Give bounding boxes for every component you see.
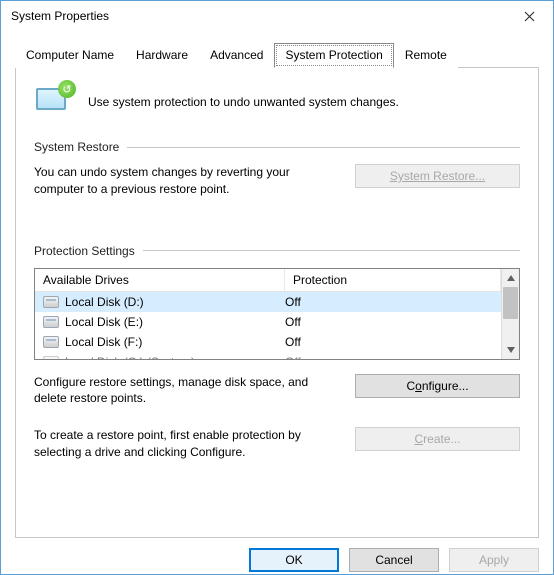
drives-scrollbar[interactable] xyxy=(501,269,519,359)
intro-text: Use system protection to undo unwanted s… xyxy=(88,95,399,109)
section-title-protection: Protection Settings xyxy=(34,244,135,258)
drive-icon xyxy=(43,316,59,328)
section-title-restore: System Restore xyxy=(34,140,119,154)
drive-icon xyxy=(43,356,59,359)
dialog-footer: OK Cancel Apply xyxy=(1,538,553,572)
tab-advanced[interactable]: Advanced xyxy=(199,43,274,68)
tab-remote[interactable]: Remote xyxy=(394,43,458,68)
drive-name: Local Disk (E:) xyxy=(65,315,143,329)
apply-button[interactable]: Apply xyxy=(449,548,539,572)
drives-header: Available Drives Protection xyxy=(35,269,501,292)
drive-row[interactable]: Local Disk (E:) Off xyxy=(35,312,501,332)
drive-row[interactable]: Local Disk (C:) (System) Off xyxy=(35,352,501,359)
drive-name: Local Disk (D:) xyxy=(65,295,144,309)
drive-icon xyxy=(43,296,59,308)
system-protection-icon: ↺ xyxy=(34,82,74,122)
system-restore-button[interactable]: System Restore... xyxy=(355,164,520,188)
configure-description: Configure restore settings, manage disk … xyxy=(34,374,339,408)
tab-hardware[interactable]: Hardware xyxy=(125,43,199,68)
title-bar: System Properties xyxy=(1,1,553,31)
close-button[interactable] xyxy=(507,2,551,30)
scroll-thumb[interactable] xyxy=(503,287,518,319)
create-button[interactable]: Create... xyxy=(355,427,520,451)
column-header-protection[interactable]: Protection xyxy=(285,269,501,291)
restore-description: You can undo system changes by reverting… xyxy=(34,164,339,198)
scroll-down-icon[interactable] xyxy=(502,341,519,359)
configure-button[interactable]: Configure... xyxy=(355,374,520,398)
tab-pane: ↺ Use system protection to undo unwanted… xyxy=(15,68,539,538)
drive-name: Local Disk (C:) (System) xyxy=(65,355,195,359)
ok-button[interactable]: OK xyxy=(249,548,339,572)
drive-icon xyxy=(43,336,59,348)
drive-protection: Off xyxy=(285,335,501,349)
drive-protection: Off xyxy=(285,315,501,329)
create-description: To create a restore point, first enable … xyxy=(34,427,339,461)
intro-row: ↺ Use system protection to undo unwanted… xyxy=(34,82,520,122)
drive-row[interactable]: Local Disk (D:) Off xyxy=(35,292,501,312)
drive-protection: Off xyxy=(285,355,501,359)
scroll-up-icon[interactable] xyxy=(502,269,519,287)
section-header-protection: Protection Settings xyxy=(34,244,520,258)
drives-listbox[interactable]: Available Drives Protection Local Disk (… xyxy=(34,268,520,360)
tab-computer-name[interactable]: Computer Name xyxy=(15,43,125,68)
cancel-button[interactable]: Cancel xyxy=(349,548,439,572)
tab-row: Computer Name Hardware Advanced System P… xyxy=(15,43,539,68)
tab-system-protection[interactable]: System Protection xyxy=(274,43,393,68)
drive-protection: Off xyxy=(285,295,501,309)
scroll-track[interactable] xyxy=(502,287,519,341)
section-header-restore: System Restore xyxy=(34,140,520,154)
drive-name: Local Disk (F:) xyxy=(65,335,142,349)
drive-row[interactable]: Local Disk (F:) Off xyxy=(35,332,501,352)
column-header-drives[interactable]: Available Drives xyxy=(35,269,285,291)
window-title: System Properties xyxy=(11,9,109,23)
